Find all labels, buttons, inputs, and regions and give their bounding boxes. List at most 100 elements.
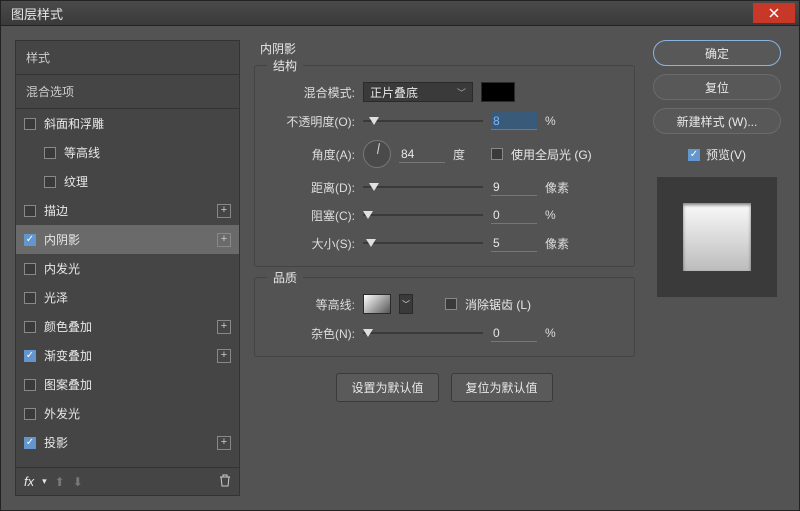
- sidebar-item-3[interactable]: 描边 +: [16, 196, 239, 225]
- sidebar-item-0[interactable]: 斜面和浮雕: [16, 109, 239, 138]
- sidebar-header-styles[interactable]: 样式: [16, 41, 239, 75]
- sidebar-item-label: 描边: [44, 202, 68, 219]
- sidebar-item-checkbox[interactable]: [24, 379, 36, 391]
- make-default-button[interactable]: 设置为默认值: [336, 373, 438, 402]
- chevron-down-icon[interactable]: ▾: [42, 476, 47, 487]
- opacity-slider[interactable]: [363, 114, 483, 128]
- choke-input[interactable]: [491, 206, 537, 224]
- sidebar-item-checkbox[interactable]: [24, 408, 36, 420]
- noise-input[interactable]: [491, 324, 537, 342]
- quality-legend: 品质: [267, 269, 303, 286]
- close-button[interactable]: [753, 3, 795, 23]
- sidebar-item-2[interactable]: 纹理: [16, 167, 239, 196]
- sidebar-item-checkbox[interactable]: [44, 176, 56, 188]
- choke-label: 阻塞(C):: [269, 207, 355, 224]
- sidebar-item-6[interactable]: 光泽: [16, 283, 239, 312]
- choke-slider[interactable]: [363, 208, 483, 222]
- sidebar-item-8[interactable]: 渐变叠加 +: [16, 341, 239, 370]
- antialias-label: 消除锯齿 (L): [465, 296, 531, 313]
- preview-box: [657, 177, 777, 297]
- structure-legend: 结构: [267, 57, 303, 74]
- sidebar-item-checkbox[interactable]: [24, 321, 36, 333]
- sidebar-item-label: 渐变叠加: [44, 347, 92, 364]
- noise-label: 杂色(N):: [269, 325, 355, 342]
- dialog-content: 样式 混合选项 斜面和浮雕等高线纹理描边 + 内阴影 + 内发光光泽颜色叠加 + 渐变叠加 +…: [0, 26, 800, 511]
- size-label: 大小(S):: [269, 235, 355, 252]
- sidebar-item-checkbox[interactable]: [24, 118, 36, 130]
- sidebar-item-10[interactable]: 外发光: [16, 399, 239, 428]
- sidebar-item-1[interactable]: 等高线: [16, 138, 239, 167]
- distance-label: 距离(D):: [269, 179, 355, 196]
- angle-unit: 度: [453, 146, 483, 163]
- distance-slider[interactable]: [363, 180, 483, 194]
- chevron-down-icon: ﹀: [457, 86, 466, 99]
- preview-toggle[interactable]: 预览(V): [688, 146, 746, 163]
- opacity-label: 不透明度(O):: [269, 113, 355, 130]
- add-instance-button[interactable]: +: [217, 436, 231, 450]
- styles-sidebar: 样式 混合选项 斜面和浮雕等高线纹理描边 + 内阴影 + 内发光光泽颜色叠加 + 渐变叠加 +…: [15, 40, 240, 496]
- sidebar-item-11[interactable]: 投影+: [16, 428, 239, 457]
- global-light-checkbox[interactable]: [491, 148, 503, 160]
- add-instance-button[interactable]: +: [217, 349, 231, 363]
- sidebar-item-checkbox[interactable]: [24, 234, 36, 246]
- sidebar-item-9[interactable]: 图案叠加: [16, 370, 239, 399]
- angle-dial[interactable]: [363, 140, 391, 168]
- reset-default-button[interactable]: 复位为默认值: [451, 373, 553, 402]
- sidebar-item-checkbox[interactable]: [24, 292, 36, 304]
- sidebar-item-checkbox[interactable]: [44, 147, 56, 159]
- cancel-button[interactable]: 复位: [653, 74, 781, 100]
- distance-input[interactable]: [491, 178, 537, 196]
- size-unit: 像素: [545, 235, 575, 252]
- size-slider[interactable]: [363, 236, 483, 250]
- blend-mode-label: 混合模式:: [269, 84, 355, 101]
- new-style-button[interactable]: 新建样式 (W)...: [653, 108, 781, 134]
- color-swatch[interactable]: [481, 82, 515, 102]
- antialias-checkbox[interactable]: [445, 298, 457, 310]
- global-light-label: 使用全局光 (G): [511, 146, 592, 163]
- sidebar-item-checkbox[interactable]: [24, 205, 36, 217]
- arrow-up-icon[interactable]: ⬆: [55, 475, 65, 489]
- sidebar-item-label: 内发光: [44, 260, 80, 277]
- contour-label: 等高线:: [269, 296, 355, 313]
- contour-dropdown[interactable]: ﹀: [399, 294, 413, 314]
- main-panel: 内阴影 结构 混合模式: 正片叠底 ﹀ 不透明度(O): % 角度(A):: [254, 40, 635, 496]
- noise-unit: %: [545, 326, 575, 340]
- sidebar-item-label: 外发光: [44, 405, 80, 422]
- opacity-input[interactable]: [491, 112, 537, 130]
- contour-picker[interactable]: [363, 294, 391, 314]
- ok-button[interactable]: 确定: [653, 40, 781, 66]
- sidebar-item-checkbox[interactable]: [24, 263, 36, 275]
- preview-checkbox[interactable]: [688, 149, 700, 161]
- opacity-unit: %: [545, 114, 575, 128]
- sidebar-item-7[interactable]: 颜色叠加 +: [16, 312, 239, 341]
- sidebar-header-blend[interactable]: 混合选项: [16, 75, 239, 109]
- sidebar-item-label: 等高线: [64, 144, 100, 161]
- sidebar-item-label: 图案叠加: [44, 376, 92, 393]
- add-instance-button[interactable]: +: [217, 233, 231, 247]
- titlebar: 图层样式: [0, 0, 800, 26]
- quality-group: 品质 等高线: ﹀ 消除锯齿 (L) 杂色(N): %: [254, 277, 635, 357]
- distance-unit: 像素: [545, 179, 575, 196]
- sidebar-item-checkbox[interactable]: [24, 350, 36, 362]
- preview-label: 预览(V): [706, 146, 746, 163]
- angle-input[interactable]: [399, 145, 445, 163]
- fx-label[interactable]: fx: [24, 474, 34, 489]
- angle-label: 角度(A):: [269, 146, 355, 163]
- structure-group: 结构 混合模式: 正片叠底 ﹀ 不透明度(O): % 角度(A): 度: [254, 65, 635, 267]
- sidebar-item-label: 内阴影: [44, 231, 80, 248]
- sidebar-item-checkbox[interactable]: [24, 437, 36, 449]
- sidebar-item-label: 纹理: [64, 173, 88, 190]
- right-column: 确定 复位 新建样式 (W)... 预览(V): [649, 40, 785, 496]
- preview-swatch: [683, 203, 751, 271]
- trash-icon[interactable]: [219, 474, 231, 490]
- add-instance-button[interactable]: +: [217, 204, 231, 218]
- sidebar-item-5[interactable]: 内发光: [16, 254, 239, 283]
- sidebar-item-label: 颜色叠加: [44, 318, 92, 335]
- size-input[interactable]: [491, 234, 537, 252]
- add-instance-button[interactable]: +: [217, 320, 231, 334]
- arrow-down-icon[interactable]: ⬇: [73, 475, 83, 489]
- blend-mode-select[interactable]: 正片叠底 ﹀: [363, 82, 473, 102]
- sidebar-item-4[interactable]: 内阴影 +: [16, 225, 239, 254]
- noise-slider[interactable]: [363, 326, 483, 340]
- sidebar-item-label: 光泽: [44, 289, 68, 306]
